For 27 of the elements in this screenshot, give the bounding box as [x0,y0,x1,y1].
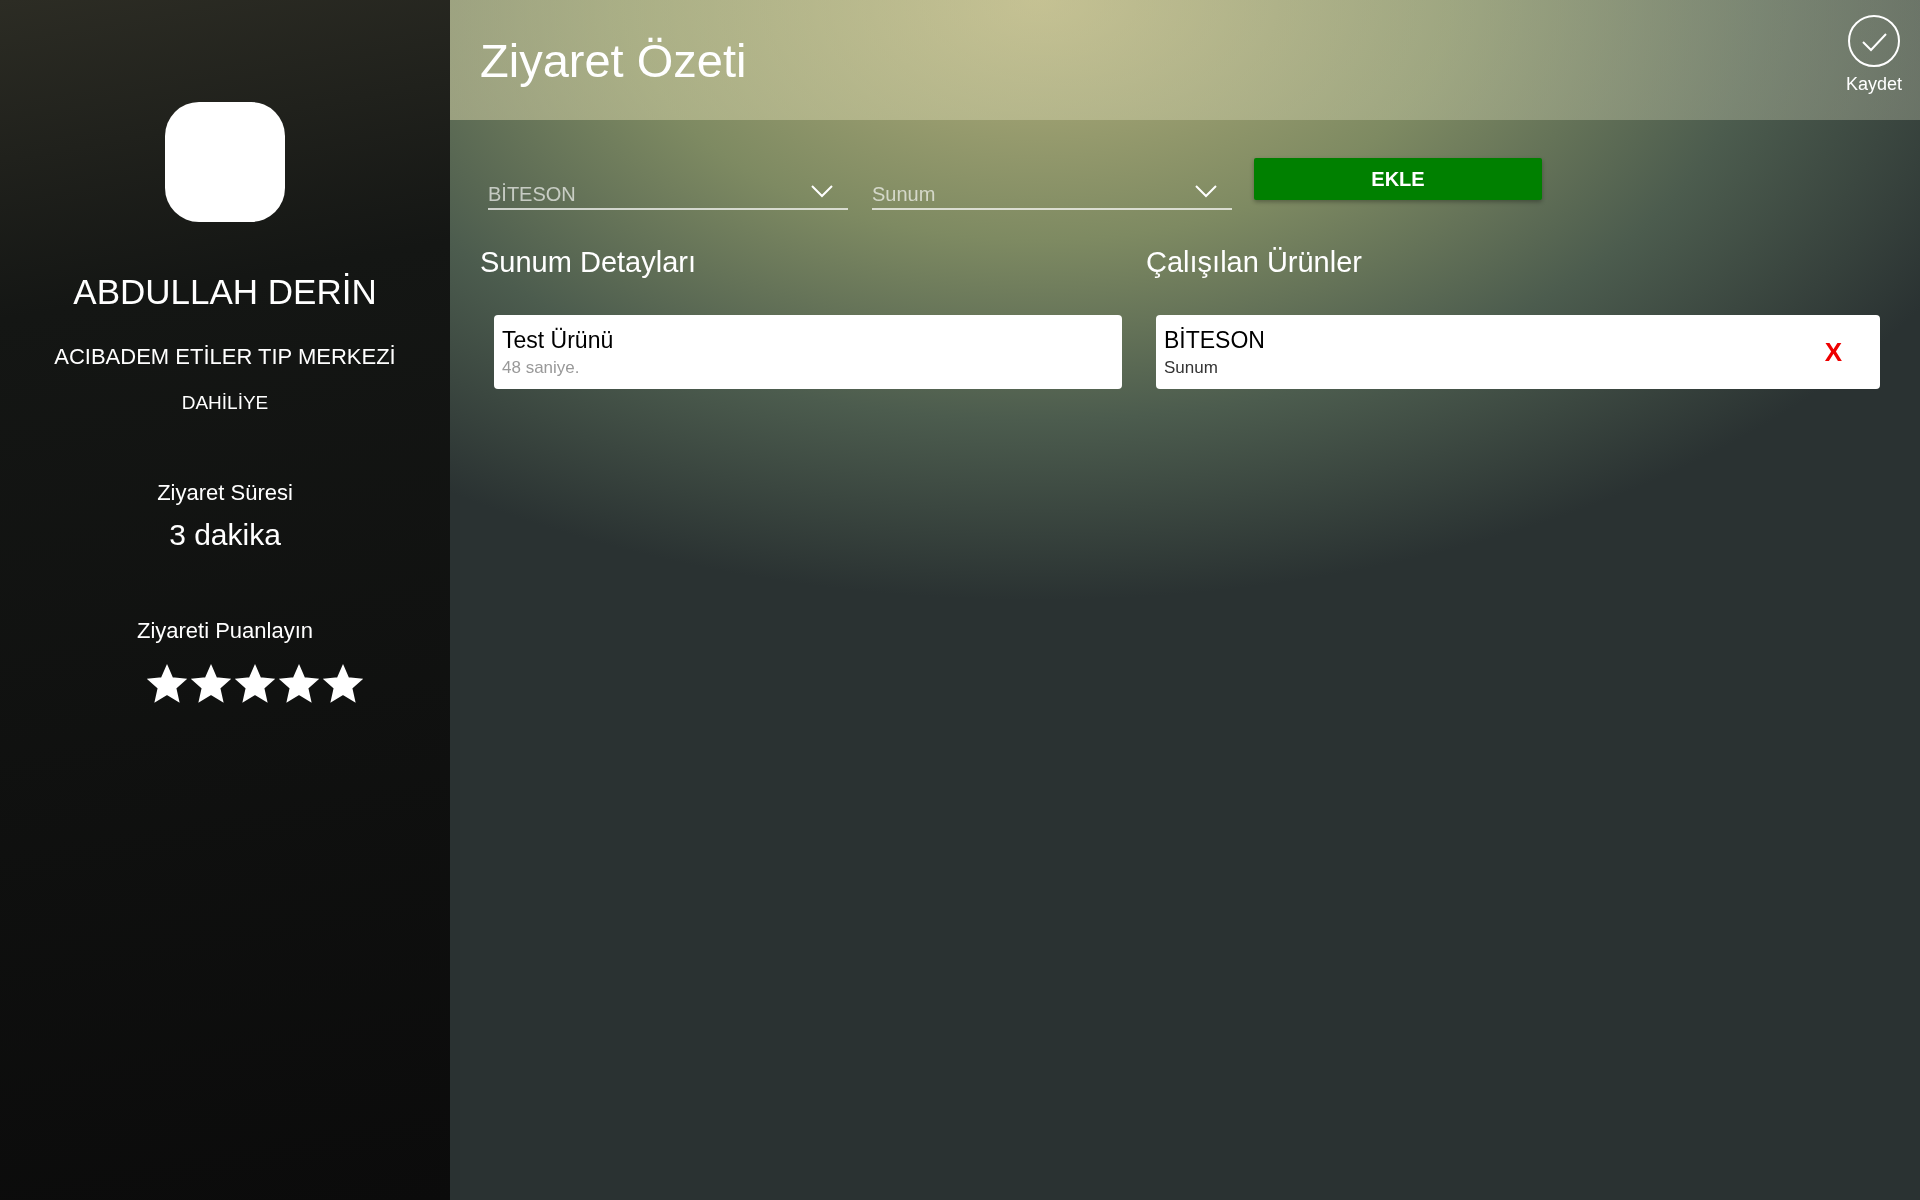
star-rating[interactable] [147,664,363,704]
product-detail: 48 saniye. [502,357,581,378]
rating-label: Ziyareti Puanlayın [136,618,314,644]
doctor-name: ABDULLAH DERİN [73,272,377,312]
product-name: BİTESON [1164,326,1265,354]
product-dropdown[interactable]: BİTESON [488,160,848,210]
institution-name: ACIBADEM ETİLER TIP MERKEZİ [54,344,396,370]
star-icon[interactable] [147,664,187,704]
page-title: Ziyaret Özeti [480,32,747,88]
star-icon[interactable] [191,664,231,704]
chevron-down-icon [810,184,834,198]
save-button[interactable]: Kaydet [1845,14,1902,95]
duration-value: 3 dakika [169,518,281,552]
product-detail: Sunum [1164,357,1219,378]
chevron-down-icon [1194,184,1218,198]
star-icon[interactable] [323,664,363,704]
section-title: Çalışılan Ürünler [1146,246,1363,279]
star-icon[interactable] [235,664,275,704]
add-button[interactable]: EKLE [1254,158,1542,200]
duration-label: Ziyaret Süresi [157,480,293,506]
product-name: Test Ürünü [502,326,614,354]
activity-dropdown[interactable]: Sunum [872,160,1232,210]
department-name: DAHİLİYE [181,392,269,414]
checkmark-circle-icon [1846,14,1901,68]
star-icon[interactable] [279,664,319,704]
section-title: Sunum Detayları [480,246,697,279]
remove-button[interactable]: X [1820,336,1846,368]
